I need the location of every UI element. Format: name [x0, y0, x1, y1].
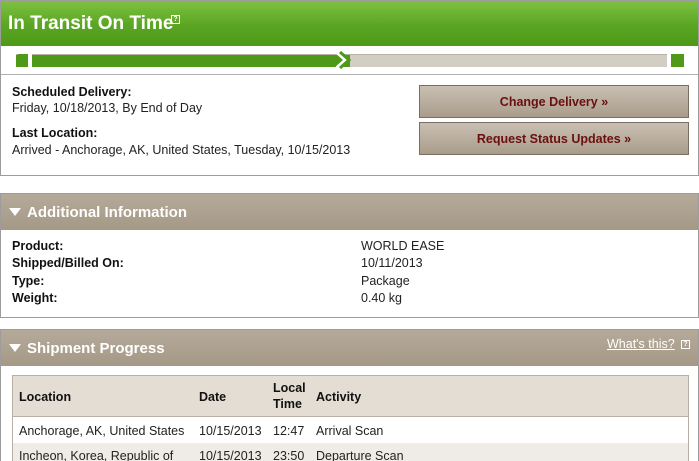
product-label: Product:	[12, 239, 64, 253]
row-location: Incheon, Korea, Republic of	[19, 449, 174, 461]
status-panel: In Transit On Time ? Scheduled Delivery:…	[0, 0, 699, 176]
type-value: Package	[361, 274, 410, 288]
collapse-triangle-icon[interactable]	[9, 208, 21, 216]
table-header-row: Location Date Local Time Activity	[13, 376, 688, 417]
shipment-progress-header[interactable]: Shipment Progress What's this? ?	[1, 330, 698, 366]
row-time: 12:47	[273, 424, 305, 438]
shipment-progress-title: Shipment Progress	[27, 340, 165, 357]
additional-information-title: Additional Information	[27, 204, 187, 221]
table-row: Anchorage, AK, United States 10/15/2013 …	[13, 418, 688, 443]
help-icon[interactable]: ?	[171, 15, 180, 24]
progress-bar-fill	[16, 55, 350, 67]
progress-start-marker	[18, 54, 28, 67]
row-date: 10/15/2013	[199, 424, 262, 438]
product-value: WORLD EASE	[361, 239, 445, 253]
column-header-location: Location	[19, 390, 72, 404]
row-location: Anchorage, AK, United States	[19, 424, 185, 438]
shipment-progress-table: Location Date Local Time Activity Anchor…	[12, 375, 689, 461]
table-row: Incheon, Korea, Republic of 10/15/2013 2…	[13, 443, 688, 461]
scheduled-delivery-label: Scheduled Delivery:	[12, 85, 132, 99]
progress-arrow-icon	[335, 50, 351, 70]
row-activity: Departure Scan	[316, 449, 404, 461]
column-header-date: Date	[199, 390, 227, 404]
additional-information-section: Additional Information Product: WORLD EA…	[0, 193, 699, 318]
weight-label: Weight:	[12, 291, 58, 305]
column-header-local-time-line1: Local	[273, 381, 306, 395]
help-icon[interactable]: ?	[681, 340, 690, 349]
progress-end-marker	[671, 54, 684, 67]
status-header: In Transit On Time ?	[1, 1, 698, 46]
shipped-billed-label: Shipped/Billed On:	[12, 256, 124, 270]
divider	[1, 74, 698, 75]
progress-gap	[28, 54, 32, 67]
scheduled-delivery-value: Friday, 10/18/2013, By End of Day	[12, 101, 203, 115]
row-activity: Arrival Scan	[316, 424, 384, 438]
row-time: 23:50	[273, 449, 305, 461]
whats-this-link[interactable]: What's this?	[607, 337, 675, 351]
collapse-triangle-icon[interactable]	[9, 344, 21, 352]
column-header-local-time-line2: Time	[273, 397, 302, 411]
status-title: In Transit On Time	[8, 13, 174, 34]
row-date: 10/15/2013	[199, 449, 262, 461]
shipment-progress-section: Shipment Progress What's this? ? Locatio…	[0, 329, 699, 461]
column-header-activity: Activity	[316, 390, 362, 404]
request-status-updates-button[interactable]: Request Status Updates »	[419, 122, 689, 155]
last-location-label: Last Location:	[12, 126, 98, 140]
additional-information-header[interactable]: Additional Information	[1, 194, 698, 230]
type-label: Type:	[12, 274, 45, 288]
change-delivery-button[interactable]: Change Delivery »	[419, 85, 689, 118]
last-location-value: Arrived - Anchorage, AK, United States, …	[12, 143, 351, 157]
shipped-billed-value: 10/11/2013	[361, 256, 423, 270]
weight-value: 0.40 kg	[361, 291, 403, 305]
